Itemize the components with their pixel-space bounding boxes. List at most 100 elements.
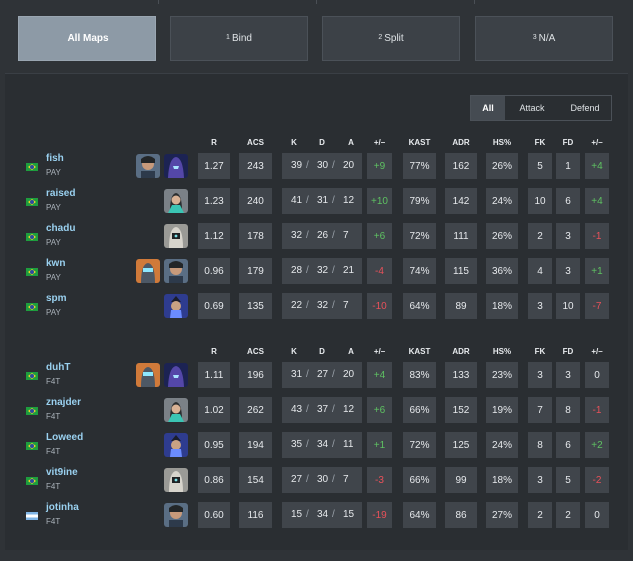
column-header[interactable]: +/– xyxy=(367,138,392,147)
column-header[interactable]: K xyxy=(285,138,303,147)
stat-rating: 1.23 xyxy=(198,188,230,214)
kda-separator: / xyxy=(332,474,335,485)
kda-separator: / xyxy=(306,474,309,485)
tab-label: All Maps xyxy=(67,33,109,44)
stat-fk: 4 xyxy=(528,258,552,284)
stat-hs: 36% xyxy=(486,258,518,284)
column-header[interactable]: KAST xyxy=(403,347,436,356)
stat-kd-diff: -10 xyxy=(367,293,392,319)
stat-kast: 66% xyxy=(403,467,436,493)
column-header[interactable]: ACS xyxy=(239,347,272,356)
kda-separator: / xyxy=(306,439,309,450)
stat-rating: 1.02 xyxy=(198,397,230,423)
kayo-agent-icon xyxy=(136,259,160,283)
tab-na[interactable]: 3 N/A xyxy=(475,16,613,61)
stat-kills: 41 xyxy=(291,195,303,206)
kda-separator: / xyxy=(306,265,309,276)
stat-fk-diff: -1 xyxy=(585,223,609,249)
stat-fd: 2 xyxy=(556,502,580,528)
stat-hs: 26% xyxy=(486,223,518,249)
stat-kda: 41/31/12 xyxy=(282,188,362,214)
stat-hs: 18% xyxy=(486,293,518,319)
kda-separator: / xyxy=(332,509,335,520)
column-header[interactable]: FK xyxy=(528,138,552,147)
column-header[interactable]: ACS xyxy=(239,138,272,147)
stat-adr: 111 xyxy=(445,223,477,249)
player-team-tag: PAY xyxy=(46,273,61,282)
stat-assists: 12 xyxy=(343,195,355,206)
filter-defend-button[interactable]: Defend xyxy=(559,96,611,120)
player-row: kwn PAY 0.96 179 -4 74% 115 36% 4 3 +1 28/32/21 xyxy=(0,255,633,289)
kayo-agent-icon xyxy=(136,363,160,387)
stat-hs: 24% xyxy=(486,188,518,214)
filter-all-button[interactable]: All xyxy=(471,96,505,120)
kda-separator: / xyxy=(332,404,335,415)
player-name-link[interactable]: kwn xyxy=(46,258,65,269)
stat-hs: 26% xyxy=(486,153,518,179)
player-name-link[interactable]: znajder xyxy=(46,397,81,408)
stat-kda: 39/30/20 xyxy=(282,153,362,179)
player-name-link[interactable]: Loweed xyxy=(46,432,83,443)
column-header[interactable]: +/– xyxy=(585,347,609,356)
stat-fd: 8 xyxy=(556,397,580,423)
brazil-flag-icon xyxy=(26,233,38,241)
stat-kills: 31 xyxy=(291,369,303,380)
stat-acs: 154 xyxy=(239,467,272,493)
column-header[interactable]: FD xyxy=(556,347,580,356)
column-header[interactable]: +/– xyxy=(367,347,392,356)
column-header[interactable]: HS% xyxy=(486,347,518,356)
stat-adr: 99 xyxy=(445,467,477,493)
player-name-link[interactable]: fish xyxy=(46,153,64,164)
column-header[interactable]: +/– xyxy=(585,138,609,147)
player-name-link[interactable]: chadu xyxy=(46,223,75,234)
stat-fk: 5 xyxy=(528,153,552,179)
player-team-tag: F4T xyxy=(46,377,61,386)
player-row: znajder F4T 1.02 262 +6 66% 152 19% 7 8 -1 43/37/12 xyxy=(0,394,633,428)
harbor-agent-icon xyxy=(164,259,188,283)
column-header[interactable]: A xyxy=(342,347,360,356)
column-header[interactable]: FK xyxy=(528,347,552,356)
cypher-agent-icon xyxy=(164,468,188,492)
tab-number: 1 xyxy=(226,34,230,41)
tab-split[interactable]: 2 Split xyxy=(322,16,460,61)
yoru-agent-icon xyxy=(164,433,188,457)
player-name-link[interactable]: duhT xyxy=(46,362,70,373)
stat-assists: 7 xyxy=(343,230,349,241)
map-tabs: All Maps 1 Bind 2 Split 3 N/A xyxy=(0,4,633,73)
player-name-link[interactable]: jotinha xyxy=(46,502,79,513)
stat-adr: 162 xyxy=(445,153,477,179)
stat-fd: 5 xyxy=(556,467,580,493)
player-team-tag: PAY xyxy=(46,238,61,247)
column-header[interactable]: ADR xyxy=(445,347,477,356)
player-team-tag: F4T xyxy=(46,412,61,421)
stat-deaths: 34 xyxy=(317,509,329,520)
column-header[interactable]: KAST xyxy=(403,138,436,147)
column-header[interactable]: R xyxy=(198,347,230,356)
column-header[interactable]: FD xyxy=(556,138,580,147)
stat-acs: 196 xyxy=(239,362,272,388)
stat-fd: 3 xyxy=(556,362,580,388)
stat-fd: 10 xyxy=(556,293,580,319)
kda-separator: / xyxy=(306,404,309,415)
stat-kast: 74% xyxy=(403,258,436,284)
column-header[interactable]: HS% xyxy=(486,138,518,147)
player-row: spm PAY 0.69 135 -10 64% 89 18% 3 10 -7 22/32/7 xyxy=(0,290,633,324)
column-header[interactable]: R xyxy=(198,138,230,147)
column-header[interactable]: K xyxy=(285,347,303,356)
player-name-link[interactable]: raised xyxy=(46,188,75,199)
player-name-link[interactable]: spm xyxy=(46,293,67,304)
stat-acs: 262 xyxy=(239,397,272,423)
stat-assists: 7 xyxy=(343,300,349,311)
omen-agent-icon xyxy=(164,363,188,387)
player-name-link[interactable]: vit9ine xyxy=(46,467,78,478)
column-header[interactable]: D xyxy=(313,347,331,356)
filter-attack-button[interactable]: Attack xyxy=(505,96,559,120)
column-header[interactable]: D xyxy=(313,138,331,147)
column-header[interactable]: ADR xyxy=(445,138,477,147)
stat-kd-diff: -3 xyxy=(367,467,392,493)
stat-fk: 2 xyxy=(528,223,552,249)
column-header[interactable]: A xyxy=(342,138,360,147)
tab-bind[interactable]: 1 Bind xyxy=(170,16,308,61)
stat-kast: 83% xyxy=(403,362,436,388)
tab-all-maps[interactable]: All Maps xyxy=(18,16,156,61)
